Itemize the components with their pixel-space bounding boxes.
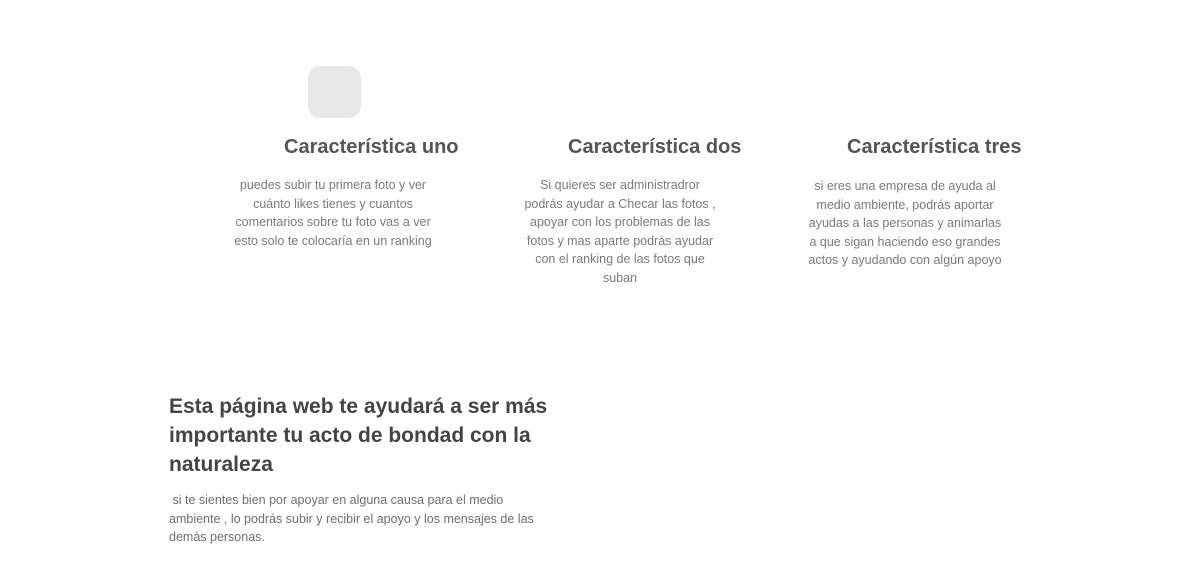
feature-one-placeholder-icon <box>308 66 361 118</box>
feature-one-title: Característica uno <box>284 136 459 158</box>
feature-three-title: Característica tres <box>847 136 1022 158</box>
promo-text: si te sientes bien por apoyar en alguna … <box>169 493 538 544</box>
feature-one-description: puedes subir tu primera foto y ver cuánt… <box>234 178 432 248</box>
feature-two-title: Característica dos <box>568 136 742 158</box>
feature-three-description: si eres una empresa de ayuda al medio am… <box>808 179 1002 267</box>
promo-heading: Esta página web te ayudará a ser más imp… <box>169 395 548 476</box>
feature-two-description: Si quieres ser administradror podrás ayu… <box>524 178 716 285</box>
